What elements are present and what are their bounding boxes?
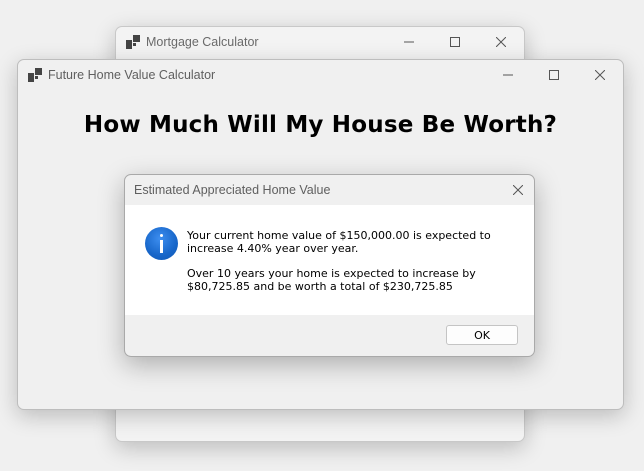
maximize-icon	[450, 37, 460, 47]
dialog-close-button[interactable]	[502, 175, 534, 205]
dialog-titlebar[interactable]: Estimated Appreciated Home Value	[125, 175, 534, 205]
message-text-value: Your current home value of $150,000.00 i…	[187, 229, 491, 255]
maximize-icon	[549, 70, 559, 80]
page-heading: How Much Will My House Be Worth?	[83, 112, 558, 138]
close-button[interactable]	[577, 60, 623, 90]
close-icon	[496, 37, 506, 47]
minimize-button[interactable]	[485, 60, 531, 90]
mortgage-titlebar[interactable]: Mortgage Calculator	[116, 27, 524, 57]
maximize-button[interactable]	[531, 60, 577, 90]
minimize-icon	[503, 74, 513, 76]
ok-button[interactable]: OK	[446, 325, 518, 345]
close-icon	[513, 185, 523, 195]
message-dialog: Estimated Appreciated Home Value Your cu…	[124, 174, 535, 357]
info-icon	[145, 227, 178, 260]
maximize-button[interactable]	[432, 27, 478, 57]
dialog-body: Your current home value of $150,000.00 i…	[125, 205, 534, 315]
dialog-title: Estimated Appreciated Home Value	[134, 183, 331, 197]
close-icon	[595, 70, 605, 80]
window-title: Mortgage Calculator	[146, 35, 259, 49]
future-titlebar[interactable]: Future Home Value Calculator	[18, 60, 623, 90]
window-title: Future Home Value Calculator	[48, 68, 216, 82]
app-icon	[126, 35, 140, 49]
close-button[interactable]	[478, 27, 524, 57]
minimize-button[interactable]	[386, 27, 432, 57]
app-icon	[28, 68, 42, 82]
message-text-projection: Over 10 years your home is expected to i…	[187, 267, 476, 293]
minimize-icon	[404, 41, 414, 43]
